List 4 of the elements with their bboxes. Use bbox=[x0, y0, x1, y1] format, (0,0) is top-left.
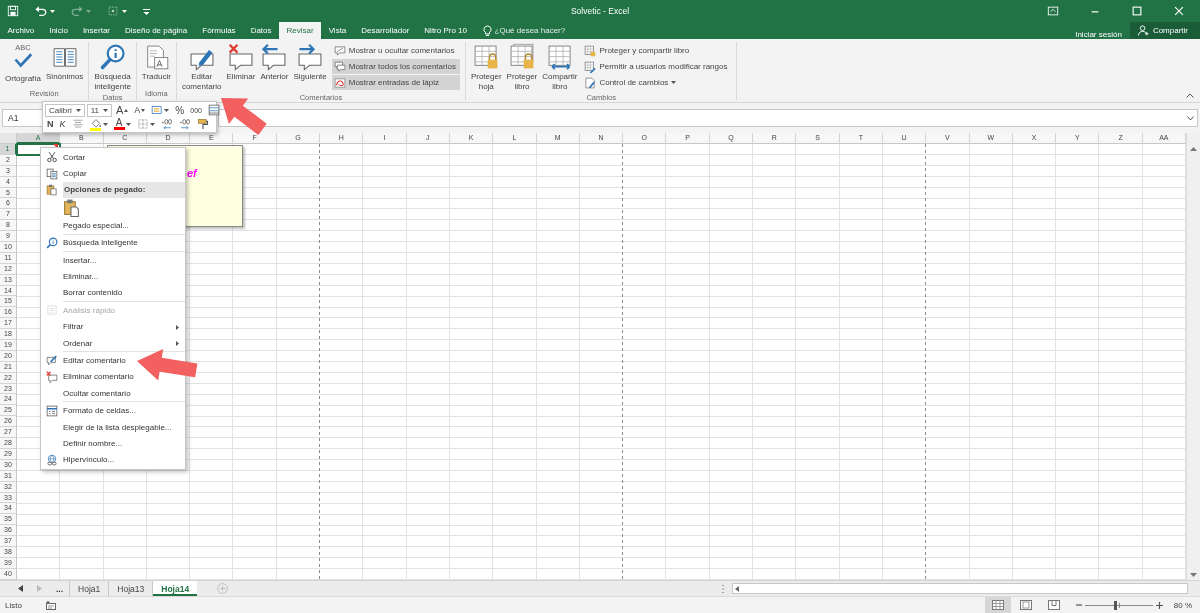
status-text: Listo bbox=[4, 600, 23, 610]
window-title: Solvetic - Excel bbox=[570, 6, 630, 16]
menu-heading: Opciones de pegado: bbox=[63, 181, 185, 199]
comment-text: ef bbox=[187, 167, 197, 179]
